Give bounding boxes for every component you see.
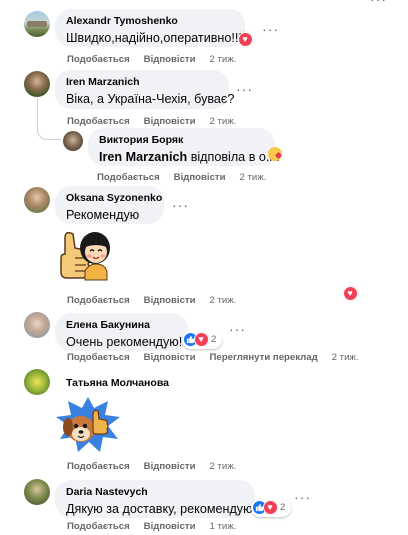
reply-button[interactable]: Відповісти: [144, 116, 196, 127]
reply-thread-line: [37, 99, 61, 140]
more-options-icon[interactable]: ···: [294, 490, 311, 504]
reaction-count: 2: [211, 334, 217, 345]
reply-button[interactable]: Відповісти: [144, 461, 196, 472]
like-button[interactable]: Подобається: [67, 521, 130, 532]
avatar[interactable]: [24, 479, 50, 505]
like-button[interactable]: Подобається: [67, 116, 130, 127]
comment-author[interactable]: Alexandr Tymoshenko: [66, 15, 234, 28]
like-button[interactable]: Подобається: [67, 461, 130, 472]
avatar[interactable]: [24, 369, 50, 395]
timestamp[interactable]: 2 тиж.: [210, 295, 237, 306]
reply-button[interactable]: Відповісти: [144, 352, 196, 363]
comment-text: Віка, а Україна-Чехія, буває?: [66, 92, 235, 106]
comment-actions: Подобається Відповісти 2 тиж.: [67, 461, 236, 473]
reply-button[interactable]: Відповісти: [144, 54, 196, 65]
love-reaction-icon: [263, 500, 278, 515]
comment-bubble: Iren Marzanich Віка, а Україна-Чехія, бу…: [55, 70, 235, 109]
comment-author[interactable]: Oksana Syzonenko: [66, 192, 162, 205]
thumbs-up-girl-sticker[interactable]: [55, 226, 113, 288]
kiss-emoji-icon: [268, 147, 283, 161]
timestamp[interactable]: 2 тиж.: [240, 172, 267, 183]
avatar[interactable]: [24, 312, 50, 338]
comment-actions: Подобається Відповісти Переглянути перекла…: [67, 352, 359, 364]
comment-text: Швидко,надійно,оперативно!!!: [66, 31, 242, 45]
avatar[interactable]: [24, 187, 50, 213]
comment-text: Iren Marzanich відповіла в о.п.: [99, 150, 280, 164]
timestamp[interactable]: 2 тиж.: [210, 461, 237, 472]
timestamp[interactable]: 2 тиж.: [210, 54, 237, 65]
see-translation-button[interactable]: Переглянути переклад: [210, 352, 318, 363]
more-options-icon[interactable]: ···: [229, 322, 246, 336]
like-button[interactable]: Подобається: [67, 295, 130, 306]
comment-actions: Подобається Відповісти 2 тиж.: [97, 172, 266, 184]
puppy-thumbs-up-sticker[interactable]: [53, 395, 123, 455]
comment-actions: Подобається Відповісти 1 тиж.: [67, 521, 236, 533]
more-options-icon[interactable]: ···: [370, 0, 387, 6]
love-reaction-icon[interactable]: [343, 286, 358, 301]
like-button[interactable]: Подобається: [97, 172, 160, 183]
reaction-count: 2: [280, 502, 286, 513]
more-options-icon[interactable]: ···: [262, 22, 279, 36]
comment-text: Рекомендую: [66, 208, 140, 222]
love-reaction-icon[interactable]: [238, 32, 253, 47]
reply-button[interactable]: Відповісти: [144, 295, 196, 306]
comment-bubble: Елена Бакунина Очень рекомендую!: [55, 313, 188, 351]
comment-bubble: Daria Nastevych Дякую за доставку, реком…: [55, 480, 257, 518]
avatar[interactable]: [24, 71, 50, 97]
timestamp[interactable]: 2 тиж.: [332, 352, 359, 363]
avatar[interactable]: [24, 11, 50, 37]
comment-author[interactable]: Елена Бакунина: [66, 319, 177, 332]
mention-link[interactable]: Iren Marzanich: [99, 150, 187, 164]
comment-actions: Подобається Відповісти 2 тиж.: [67, 116, 236, 128]
comment-actions: Подобається Відповісти 2 тиж.: [67, 295, 236, 307]
comment-text: Дякую за доставку, рекомендую.: [66, 502, 257, 516]
timestamp[interactable]: 2 тиж.: [210, 116, 237, 127]
reply-button[interactable]: Відповісти: [174, 172, 226, 183]
avatar[interactable]: [63, 131, 83, 151]
comment-author[interactable]: Татьяна Молчанова: [66, 377, 169, 390]
comment-bubble: Виктория Боряк Iren Marzanich відповіла …: [88, 128, 280, 166]
love-reaction-icon: [194, 332, 209, 347]
comment-author[interactable]: Виктория Боряк: [99, 134, 264, 147]
timestamp[interactable]: 1 тиж.: [210, 521, 237, 532]
like-button[interactable]: Подобається: [67, 54, 130, 65]
comment-author[interactable]: Iren Marzanich: [66, 76, 218, 89]
comment-text: Очень рекомендую!: [66, 335, 183, 349]
comment-author[interactable]: Daria Nastevych: [66, 486, 244, 499]
comment-actions: Подобається Відповісти 2 тиж.: [67, 54, 236, 66]
reply-button[interactable]: Відповісти: [144, 521, 196, 532]
comment-bubble: Alexandr Tymoshenko Швидко,надійно,опера…: [55, 9, 245, 47]
like-button[interactable]: Подобається: [67, 352, 130, 363]
comment-bubble: Oksana Syzonenko Рекомендую: [55, 186, 164, 224]
more-options-icon[interactable]: ···: [236, 82, 253, 96]
more-options-icon[interactable]: ···: [172, 198, 189, 212]
